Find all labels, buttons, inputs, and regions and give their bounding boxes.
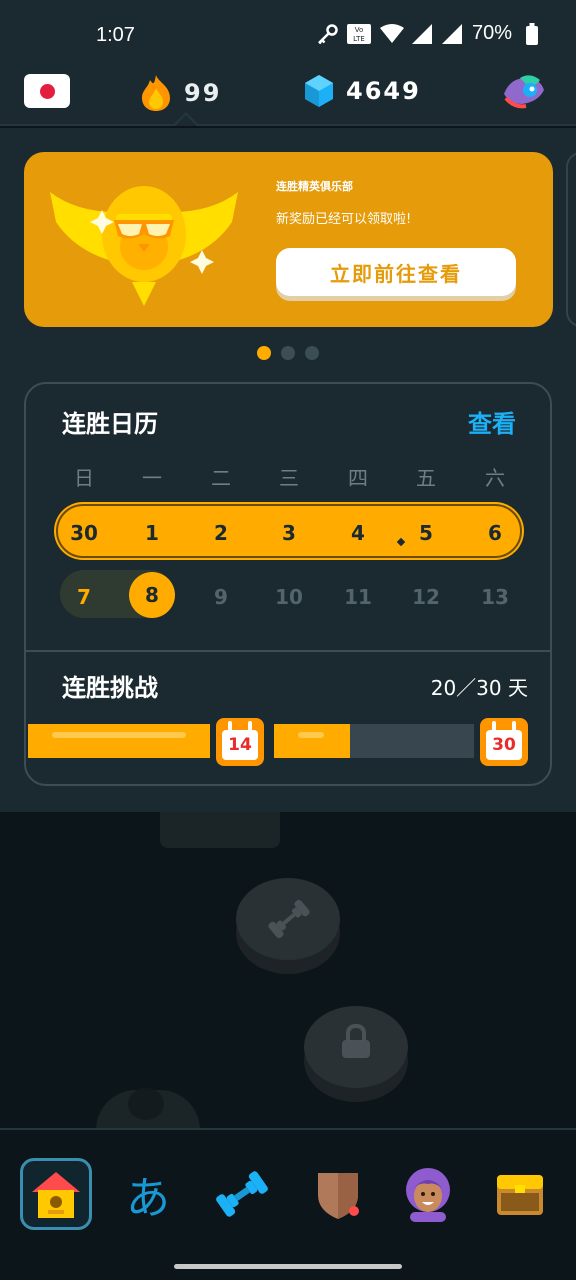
locked-node[interactable] xyxy=(304,1006,408,1102)
dumbbell-icon xyxy=(268,899,310,939)
status-icons: Vo LTE 70% xyxy=(316,22,538,45)
battery-percent: 70% xyxy=(471,22,512,44)
nav-profile[interactable] xyxy=(392,1158,464,1230)
streak-club-card[interactable]: 连胜精英俱乐部 新奖励已经可以领取啦! 立即前往查看 xyxy=(24,152,553,327)
bottom-nav: あ xyxy=(0,1128,576,1258)
challenge-title: 连胜挑战 xyxy=(62,674,158,702)
calendar-day: 13 xyxy=(481,585,509,609)
gem-icon xyxy=(305,75,333,107)
weekday-label: 二 xyxy=(211,466,231,490)
view-now-button[interactable]: 立即前往查看 xyxy=(276,248,516,296)
club-message: 新奖励已经可以领取啦! xyxy=(276,212,412,227)
calendar-day: 10 xyxy=(275,585,303,609)
nav-characters[interactable]: あ xyxy=(112,1158,184,1230)
signal-icon-2 xyxy=(441,23,462,44)
club-name: 连胜精英俱乐部 xyxy=(276,180,353,193)
svg-text:LTE: LTE xyxy=(353,35,365,43)
streak-panel: 连胜精英俱乐部 新奖励已经可以领取啦! 立即前往查看 连胜日历 查看 日 一 二… xyxy=(0,128,576,812)
calendar-day: 5 xyxy=(419,521,433,545)
lte-icon: VoLTE xyxy=(346,23,371,44)
lock-icon xyxy=(342,1024,370,1058)
section-divider xyxy=(26,650,550,652)
calendar-today: 8 xyxy=(129,572,175,618)
lesson-path xyxy=(0,812,576,1130)
pager-dot[interactable] xyxy=(305,346,319,360)
avatar-icon xyxy=(406,1168,450,1222)
challenge-progress-segment-2 xyxy=(274,724,474,758)
gem-count: 4649 xyxy=(346,77,421,105)
app-screen: 1:07 Vo LTE 70% 99 4649 连胜精英俱乐部 新奖励已经可以领… xyxy=(0,0,576,1280)
weekday-label: 三 xyxy=(279,466,299,490)
flag-circle xyxy=(40,84,55,99)
hiragana-a-icon: あ xyxy=(126,1173,170,1224)
next-card-peek[interactable] xyxy=(566,152,576,327)
calendar-day: 9 xyxy=(214,585,228,609)
weekday-label: 四 xyxy=(348,466,368,490)
calendar-day: 12 xyxy=(412,585,440,609)
calendar-day: 11 xyxy=(344,585,372,609)
calendar-day: 4 xyxy=(351,521,365,545)
chest-icon xyxy=(160,812,280,848)
dumbbell-icon xyxy=(216,1171,268,1217)
status-time: 1:07 xyxy=(96,24,135,46)
streak-button[interactable]: 99 xyxy=(140,74,221,112)
calendar-day: 2 xyxy=(214,521,228,545)
streak-count: 99 xyxy=(184,79,222,107)
status-bar: 1:07 Vo LTE 70% xyxy=(0,0,576,70)
nav-practice[interactable] xyxy=(206,1158,278,1230)
key-icon xyxy=(318,23,338,44)
calendar-milestone-14-icon: 14 xyxy=(216,718,264,766)
battery-icon xyxy=(526,22,538,45)
weekday-label: 六 xyxy=(485,466,505,490)
calendar-day: 30 xyxy=(70,521,98,545)
calendar-day: 3 xyxy=(282,521,296,545)
milestone-label: 14 xyxy=(222,730,258,760)
gesture-bar[interactable] xyxy=(174,1264,402,1269)
challenge-progress-text: 20／30 天 xyxy=(430,676,528,700)
flame-icon xyxy=(142,75,170,111)
milestone-label: 30 xyxy=(486,730,522,760)
calendar-milestone-30-icon: 30 xyxy=(480,718,528,766)
language-flag-button[interactable] xyxy=(24,74,70,108)
home-icon xyxy=(32,1172,80,1218)
calendar-day: 6 xyxy=(488,521,502,545)
league-shield-icon xyxy=(318,1173,359,1219)
character-head xyxy=(128,1088,164,1120)
streak-calendar-card: 连胜日历 查看 日 一 二 三 四 五 六 30 1 2 3 4 5 6 7 8… xyxy=(24,382,552,786)
gems-button[interactable]: 4649 xyxy=(304,74,421,108)
weekday-label: 五 xyxy=(416,466,436,490)
sunglasses-owl-icon xyxy=(50,186,238,306)
practice-node[interactable] xyxy=(236,878,340,974)
calendar-view-link[interactable]: 查看 xyxy=(468,404,516,439)
wifi-icon xyxy=(379,23,404,43)
dropdown-caret-inner xyxy=(175,115,197,126)
nav-shop[interactable] xyxy=(484,1158,556,1230)
calendar-title: 连胜日历 xyxy=(62,410,158,438)
svg-text:Vo: Vo xyxy=(355,26,364,34)
challenge-progress-segment-1 xyxy=(28,724,210,758)
top-bar: 99 4649 xyxy=(0,70,576,126)
calendar-day: 7 xyxy=(77,585,91,609)
pager-dot[interactable] xyxy=(257,346,271,360)
pager-dot[interactable] xyxy=(281,346,295,360)
carousel-pager xyxy=(257,346,319,360)
nav-home[interactable] xyxy=(20,1158,92,1230)
nav-leagues[interactable] xyxy=(302,1158,374,1230)
treasure-chest-icon xyxy=(497,1175,543,1215)
weekday-label: 日 xyxy=(74,466,94,490)
calendar-day: 1 xyxy=(145,521,159,545)
signal-icon xyxy=(411,23,432,44)
super-duo-icon[interactable] xyxy=(500,72,546,112)
weekday-label: 一 xyxy=(142,466,162,490)
